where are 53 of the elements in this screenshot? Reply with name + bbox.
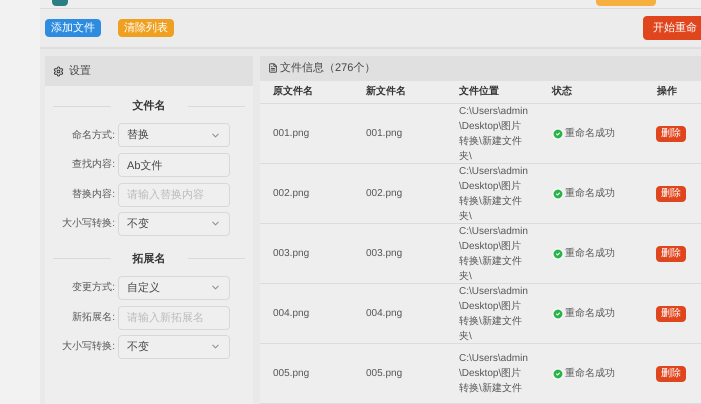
- table-cell-text: 002.png: [366, 187, 404, 201]
- table-cell-text: 004.png: [273, 307, 310, 321]
- dropdown[interactable]: 替换: [118, 123, 230, 148]
- column-header: 原文件名: [273, 84, 314, 100]
- section-title: 文件名: [132, 98, 166, 114]
- file-icon: [268, 63, 278, 74]
- table-cell-text: C:\Users\admin\Desktop\图片转换\新建文件夹\: [459, 284, 529, 344]
- table-cell-text: 004.png: [366, 307, 404, 321]
- delete-button[interactable]: 删除: [656, 126, 686, 142]
- table-cell-text: 005.png: [366, 367, 404, 381]
- field-label: 大小写转换:: [61, 340, 116, 354]
- settings-icon: [53, 66, 64, 76]
- delete-button[interactable]: 删除: [656, 186, 686, 202]
- status-text: 重命名成功: [565, 186, 615, 201]
- start-button[interactable]: 开始重命: [643, 16, 701, 40]
- field-label: 命名方式:: [71, 128, 116, 143]
- toolbar-button[interactable]: 添加文件: [45, 19, 101, 37]
- table-cell-text: C:\Users\admin\Desktop\图片转换\新建文件夹\: [459, 104, 529, 164]
- table-cell-text: 001.png: [366, 127, 404, 141]
- delete-button[interactable]: 删除: [656, 306, 686, 322]
- status-text: 重命名成功: [565, 126, 615, 141]
- panel-title: 设置: [69, 64, 91, 79]
- toolbar-button[interactable]: [596, 0, 656, 6]
- table-cell-text: 002.png: [273, 187, 310, 201]
- column-header: 状态: [552, 84, 573, 100]
- table-cell-text: 005.png: [273, 367, 310, 381]
- panel-title: 文件信息（276个）: [280, 60, 376, 76]
- table-cell-text: C:\Users\admin\Desktop\图片转换\新建文件: [459, 352, 529, 396]
- table-cell-text: 003.png: [366, 247, 404, 261]
- field-label: 新拓展名:: [71, 310, 116, 325]
- toolbar-button[interactable]: 清除列表: [118, 19, 174, 37]
- field-label: 变更方式:: [71, 280, 116, 296]
- app-icon: [52, 0, 68, 6]
- dropdown[interactable]: 不变: [118, 334, 230, 359]
- field-label: 替换内容:: [71, 188, 116, 202]
- table-cell-text: 003.png: [273, 247, 310, 261]
- input-field[interactable]: Ab文件: [118, 153, 230, 177]
- status-text: 重命名成功: [565, 366, 615, 381]
- section-title: 拓展名: [131, 252, 166, 266]
- table-cell-text: C:\Users\admin\Desktop\图片转换\新建文件夹\: [459, 224, 529, 284]
- delete-button[interactable]: 删除: [656, 246, 686, 262]
- field-label: 大小写转换:: [61, 216, 116, 232]
- dropdown[interactable]: 不变: [118, 212, 230, 236]
- status-text: 重命名成功: [565, 246, 615, 261]
- delete-button[interactable]: 删除: [656, 366, 686, 382]
- field-label: 查找内容:: [71, 158, 116, 172]
- column-header: 文件位置: [459, 84, 500, 100]
- column-header: 新文件名: [366, 84, 407, 100]
- table-cell-text: 001.png: [273, 127, 310, 141]
- column-header: 操作: [657, 84, 677, 100]
- dropdown[interactable]: 自定义: [118, 276, 230, 300]
- status-text: 重命名成功: [565, 306, 615, 321]
- table-cell-text: C:\Users\admin\Desktop\图片转换\新建文件夹\: [459, 164, 529, 224]
